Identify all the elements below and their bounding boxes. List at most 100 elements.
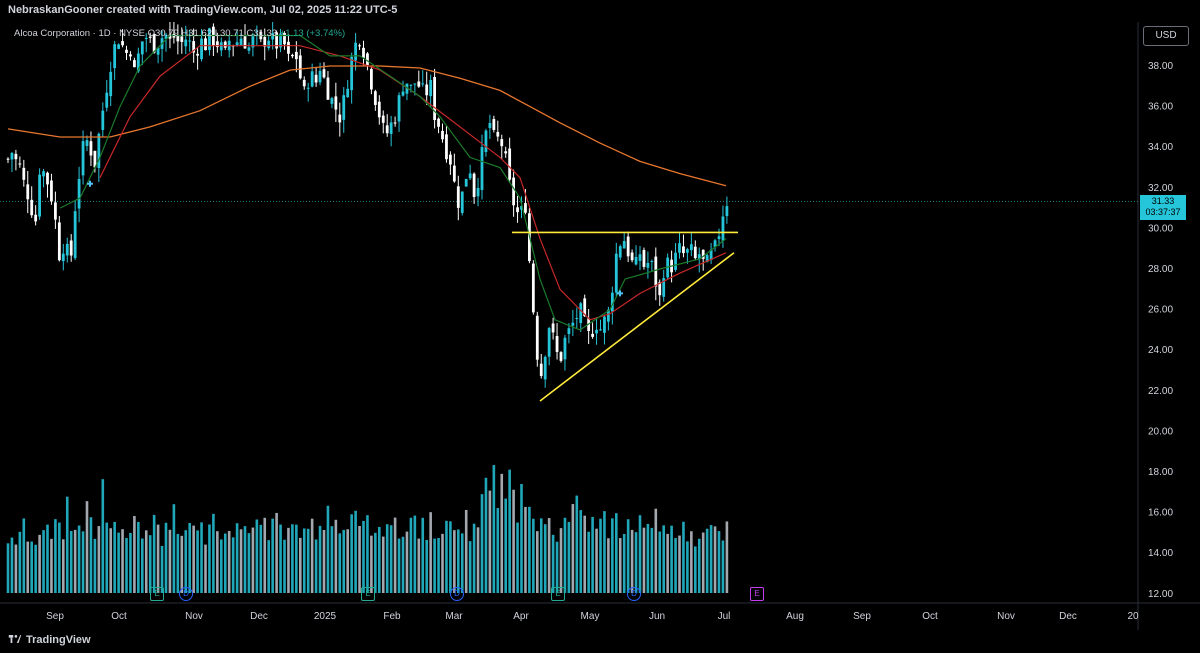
volume-bar bbox=[231, 537, 235, 593]
volume-bar bbox=[18, 531, 22, 593]
volume-bar bbox=[287, 527, 290, 593]
candle-body bbox=[531, 263, 535, 313]
volume-bar bbox=[354, 510, 357, 593]
chart-footer: TradingView bbox=[0, 630, 1200, 653]
volume-bar bbox=[196, 530, 199, 593]
earnings-marker-icon[interactable]: E bbox=[150, 587, 164, 601]
candle-body bbox=[133, 60, 136, 68]
bar-countdown: 03:37:37 bbox=[1145, 207, 1181, 217]
candle-body bbox=[346, 88, 350, 98]
price-chart[interactable]: 38.00 36.00 34.00 32.00 30.00 28.00 26.00 24.00… bbox=[0, 21, 1200, 630]
candle-body bbox=[362, 47, 365, 58]
volume-bar bbox=[235, 523, 239, 593]
volume-bar bbox=[334, 519, 338, 593]
volume-bar bbox=[433, 538, 436, 593]
volume-bar bbox=[73, 529, 77, 593]
candle-body bbox=[204, 38, 207, 51]
volume-bar bbox=[413, 515, 417, 593]
volume-bar bbox=[314, 539, 318, 593]
legend-change: +1.13 (+3.74%) bbox=[279, 28, 346, 39]
time-tick-label: Sep bbox=[46, 611, 64, 622]
candle-body bbox=[686, 249, 689, 253]
earnings-marker-icon[interactable]: E bbox=[750, 587, 764, 601]
volume-bar bbox=[326, 505, 330, 593]
volume-bar bbox=[658, 531, 662, 593]
candle-body bbox=[599, 329, 602, 331]
candle-body bbox=[725, 206, 729, 217]
candle-body bbox=[235, 42, 239, 46]
volume-bar bbox=[508, 469, 511, 593]
volume-bar bbox=[220, 539, 223, 593]
time-tick-label: Nov bbox=[185, 611, 203, 622]
chart-area[interactable]: 38.00 36.00 34.00 32.00 30.00 28.00 26.00 24.00… bbox=[0, 21, 1200, 630]
price-tick-label: 32.00 bbox=[1148, 183, 1173, 194]
volume-bar bbox=[532, 518, 535, 593]
volume-bar bbox=[626, 519, 630, 593]
candle-body bbox=[370, 68, 373, 90]
volume-bar bbox=[654, 508, 658, 593]
volume-bar bbox=[176, 533, 180, 593]
candle-body bbox=[555, 336, 559, 352]
volume-bar bbox=[346, 529, 349, 593]
candle-body bbox=[65, 243, 69, 256]
candle-body bbox=[650, 260, 654, 262]
volume-bar bbox=[539, 518, 543, 593]
volume-bar bbox=[299, 537, 302, 593]
volume-bar bbox=[642, 527, 646, 593]
time-tick-label: Dec bbox=[250, 611, 268, 622]
volume-bar bbox=[62, 539, 65, 593]
tradingview-logo[interactable]: TradingView bbox=[8, 634, 91, 646]
dividend-marker-icon[interactable]: D bbox=[179, 587, 193, 601]
volume-bar bbox=[460, 533, 464, 593]
volume-bar bbox=[571, 504, 575, 593]
candle-body bbox=[34, 214, 38, 222]
candle-body bbox=[618, 246, 622, 258]
currency-button[interactable]: USD bbox=[1143, 26, 1189, 46]
volume-bar bbox=[405, 531, 409, 593]
volume-bar bbox=[468, 541, 472, 593]
earnings-marker-icon[interactable]: E bbox=[551, 587, 565, 601]
time-tick-label: Dec bbox=[1059, 611, 1077, 622]
earnings-marker-icon[interactable]: E bbox=[361, 587, 375, 601]
volume-bar bbox=[291, 524, 294, 593]
time-tick-label: 2025 bbox=[314, 611, 337, 622]
volume-bar bbox=[46, 524, 49, 593]
volume-bar bbox=[536, 531, 539, 593]
candle-body bbox=[646, 262, 650, 268]
volume-bar bbox=[425, 539, 428, 593]
dividend-marker-icon[interactable]: D bbox=[450, 587, 464, 601]
candle-body bbox=[413, 83, 417, 85]
volume-bar bbox=[551, 534, 555, 593]
volume-bar bbox=[437, 538, 440, 593]
candle-body bbox=[721, 216, 725, 241]
candle-body bbox=[14, 153, 18, 160]
volume-bar bbox=[725, 521, 729, 593]
volume-bar bbox=[271, 518, 274, 593]
candle-body bbox=[678, 243, 681, 253]
candle-body bbox=[492, 119, 496, 130]
candle-body bbox=[377, 101, 381, 118]
candle-body bbox=[140, 41, 144, 55]
dividend-marker-icon[interactable]: D bbox=[627, 587, 641, 601]
candle-body bbox=[401, 91, 405, 96]
candle-body bbox=[105, 92, 109, 108]
price-tick-label: 24.00 bbox=[1148, 345, 1173, 356]
candle-body bbox=[543, 356, 547, 380]
time-tick-label: May bbox=[581, 611, 600, 622]
candle-body bbox=[547, 328, 551, 357]
volume-bar bbox=[184, 530, 188, 593]
candle-body bbox=[689, 244, 693, 251]
candle-body bbox=[101, 110, 105, 130]
candle-body bbox=[622, 241, 626, 249]
candle-body bbox=[366, 53, 369, 66]
volume-bar bbox=[453, 530, 456, 593]
volume-bar bbox=[125, 538, 128, 593]
candle-body bbox=[298, 55, 302, 79]
volume-bar bbox=[362, 520, 365, 593]
volume-bar bbox=[385, 524, 389, 593]
volume-bar bbox=[705, 528, 709, 593]
candle-body bbox=[121, 41, 124, 46]
price-tick-label: 28.00 bbox=[1148, 264, 1173, 275]
candle-body bbox=[381, 115, 385, 123]
volume-bar bbox=[500, 473, 504, 593]
